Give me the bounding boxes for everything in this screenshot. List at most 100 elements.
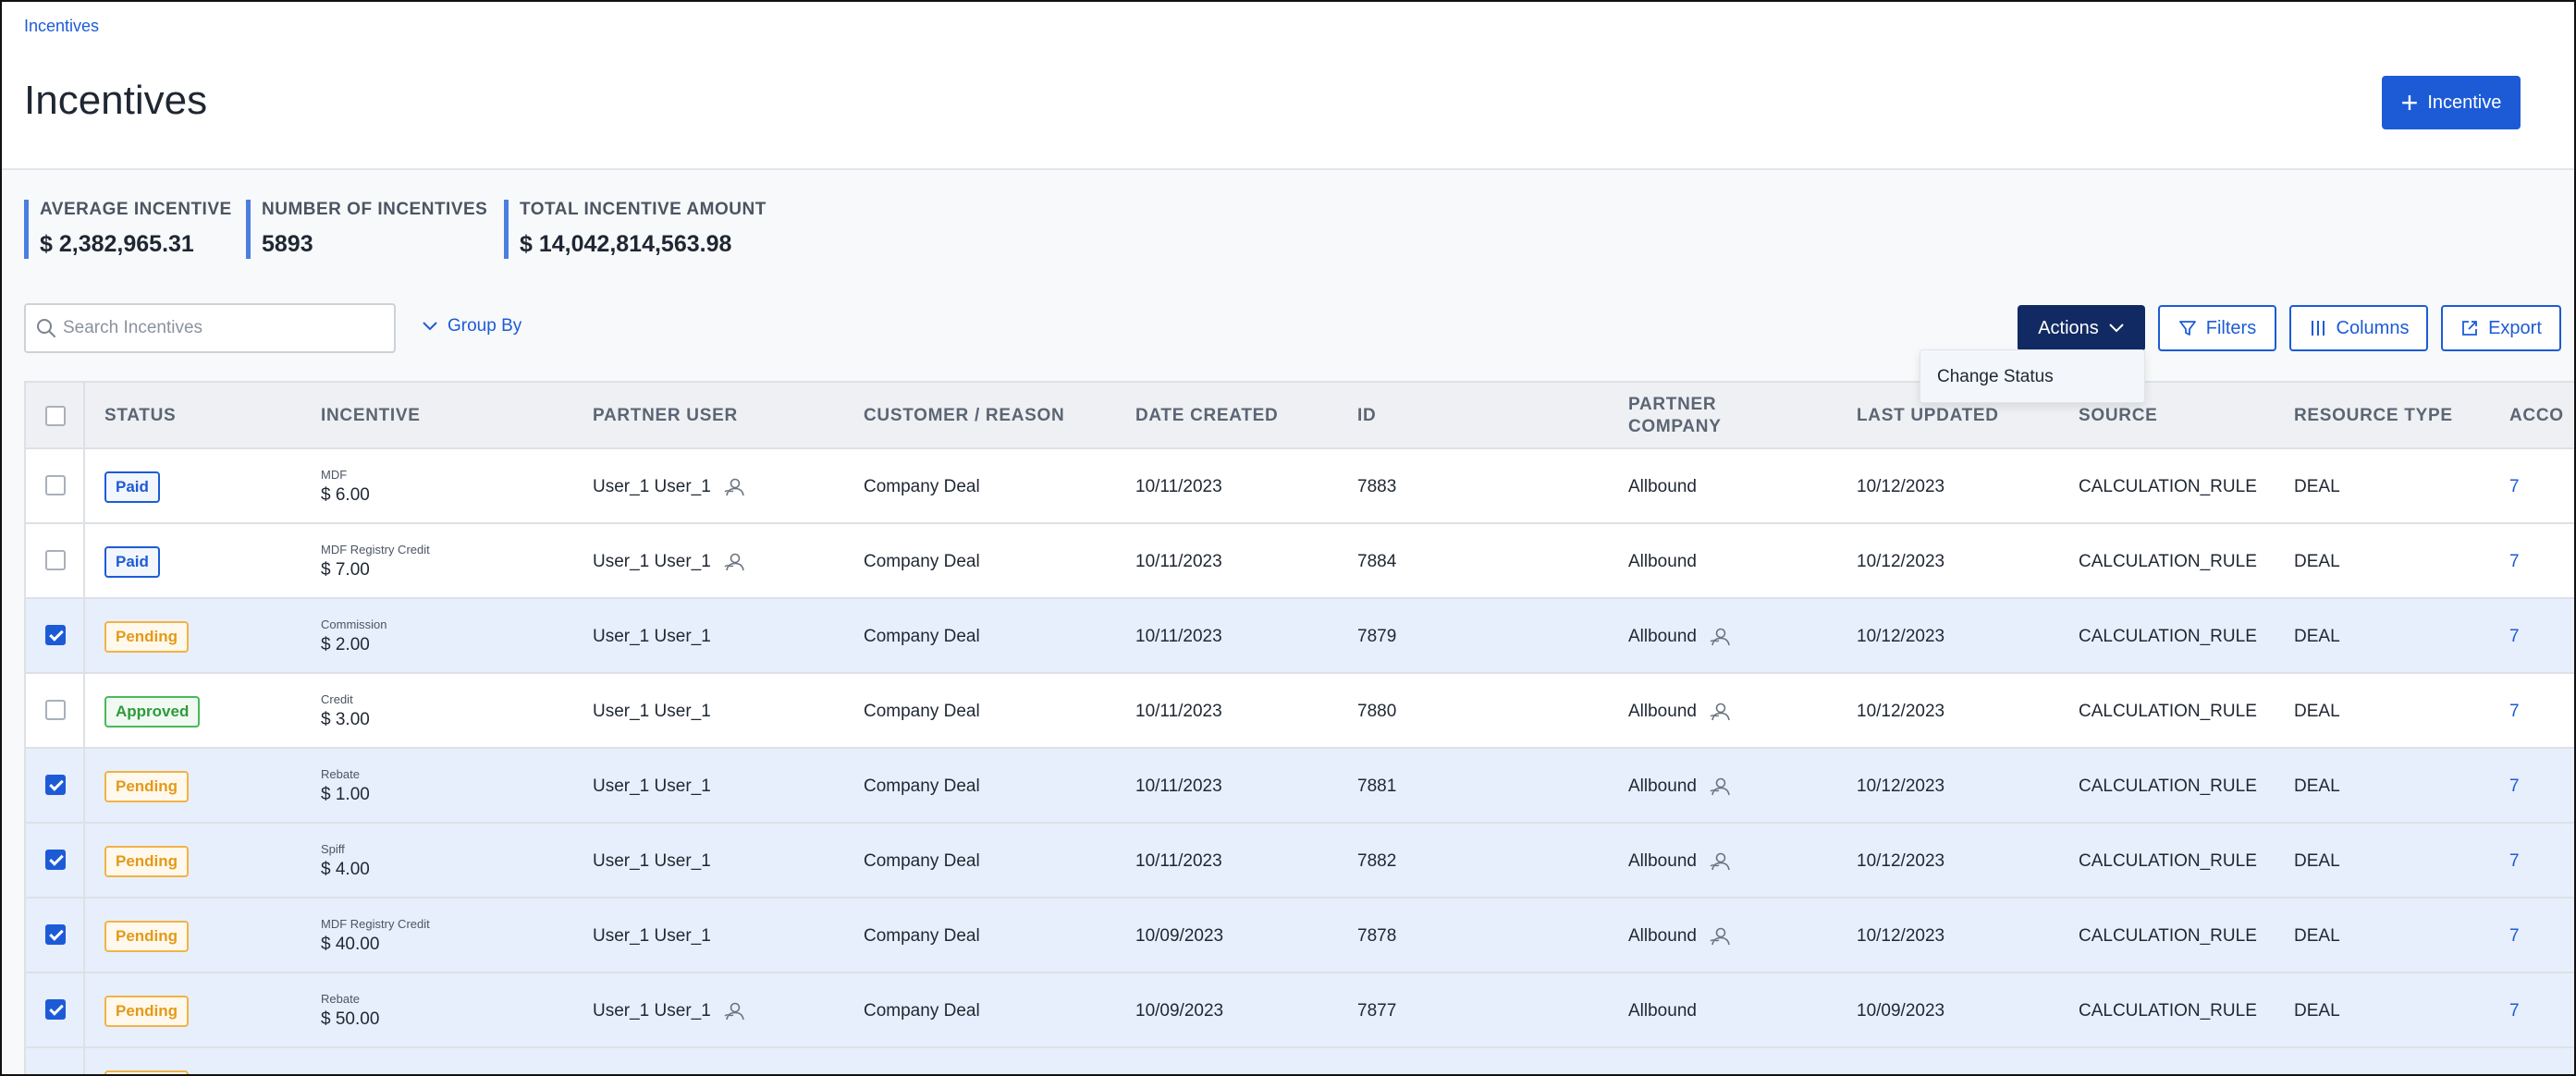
group-by-label: Group By (448, 316, 522, 336)
table-row[interactable]: Approved Credit $ 3.00 User_1 User_1 Company… (26, 674, 2574, 749)
cell-account-link[interactable]: 7 (2509, 599, 2520, 674)
cell-date-created: 10/09/2023 (1135, 1000, 1224, 1021)
incentive-type: Spiff (321, 842, 345, 856)
cell-customer-reason: Company Deal (864, 701, 980, 721)
cell-customer-reason: Company Deal (864, 551, 980, 571)
column-header-partner-user[interactable]: PARTNER USER (593, 383, 738, 449)
cell-source: CALCULATION_RULE (2079, 925, 2257, 946)
filter-icon (2178, 321, 2196, 336)
cell-last-updated: 10/12/2023 (1857, 701, 1945, 721)
column-header-date-created[interactable]: DATE CREATED (1135, 383, 1278, 449)
row-checkbox[interactable] (45, 475, 66, 495)
row-checkbox[interactable] (45, 625, 66, 645)
incentive-amount: $ 3.00 (321, 710, 370, 729)
cell-account-link[interactable]: 7 (2509, 899, 2520, 973)
partner-user-name: User_1 User_1 (593, 850, 711, 871)
cell-account-link[interactable]: 7 (2509, 449, 2520, 524)
partner-company-icon (1710, 776, 1732, 797)
search-input[interactable] (63, 314, 386, 342)
select-all-checkbox[interactable] (45, 406, 66, 426)
row-select-cell (26, 449, 85, 522)
cell-source: CALCULATION_RULE (2079, 476, 2257, 496)
partner-user-icon (724, 477, 746, 497)
cell-partner-user: User_1 User_1 (593, 599, 711, 674)
cell-partner-company: Allbound (1628, 824, 1732, 899)
cell-customer-reason: Company Deal (864, 476, 980, 496)
incentive-type: MDF Registry Credit (321, 543, 430, 556)
partner-user-name: User_1 User_1 (593, 701, 711, 721)
cell-id: 7879 (1357, 626, 1397, 646)
menu-item-change-status[interactable]: Change Status (1937, 367, 2054, 387)
table-row[interactable]: Pending Spiff (26, 1048, 2574, 1074)
cell-source: CALCULATION_RULE (2079, 551, 2257, 571)
cell-partner-user: User_1 User_1 (593, 674, 711, 749)
cell-status: Paid (104, 449, 160, 524)
breadcrumb[interactable]: Incentives (24, 17, 99, 36)
cell-id: 7881 (1357, 776, 1397, 796)
partner-company-name: Allbound (1628, 925, 1697, 946)
filters-button[interactable]: Filters (2158, 305, 2276, 351)
actions-button[interactable]: Actions (2018, 305, 2145, 351)
row-checkbox[interactable] (45, 775, 66, 795)
row-checkbox[interactable] (45, 700, 66, 720)
cell-incentive: MDF Registry Credit $ 7.00 (321, 524, 430, 599)
partner-user-name: User_1 User_1 (593, 1000, 711, 1021)
table-header: STATUS INCENTIVE PARTNER USER CUSTOMER /… (26, 383, 2574, 449)
cell-incentive: MDF $ 6.00 (321, 449, 370, 524)
incentive-type: Rebate (321, 992, 360, 1006)
table-row[interactable]: Pending Rebate $ 1.00 User_1 User_1 Company … (26, 749, 2574, 824)
table-row[interactable]: Pending MDF Registry Credit $ 40.00 User_1 … (26, 899, 2574, 973)
stat-value: 5893 (262, 231, 313, 257)
columns-button[interactable]: Columns (2289, 305, 2428, 351)
incentive-amount: $ 7.00 (321, 560, 370, 580)
filters-label: Filters (2205, 317, 2257, 338)
table-row[interactable]: Pending Commission $ 2.00 User_1 User_1 Comp… (26, 599, 2574, 674)
status-badge: Approved (104, 695, 201, 728)
cell-id: 7882 (1357, 850, 1397, 871)
cell-status: Pending (104, 824, 190, 899)
row-checkbox[interactable] (45, 999, 66, 1020)
partner-user-name: User_1 User_1 (593, 626, 711, 646)
cell-source: CALCULATION_RULE (2079, 701, 2257, 721)
cell-status: Pending (104, 749, 190, 824)
cell-date-created: 10/09/2023 (1135, 925, 1224, 946)
partner-company-icon (1710, 851, 1732, 872)
column-header-partner-company[interactable]: PARTNER COMPANY (1628, 383, 1722, 449)
new-incentive-button[interactable]: + Incentive (2382, 76, 2521, 129)
table-row[interactable]: Pending Spiff $ 4.00 User_1 User_1 Company D… (26, 824, 2574, 899)
row-select-cell (26, 674, 85, 747)
cell-partner-user: User_1 User_1 (593, 824, 711, 899)
table-row[interactable]: Paid MDF Registry Credit $ 7.00 User_1 User… (26, 524, 2574, 599)
row-select-cell (26, 1048, 85, 1074)
cell-account-link[interactable]: 7 (2509, 824, 2520, 899)
row-checkbox[interactable] (45, 550, 66, 570)
column-header-incentive[interactable]: INCENTIVE (321, 383, 421, 449)
export-button[interactable]: Export (2441, 305, 2561, 351)
column-header-account[interactable]: ACCO (2509, 383, 2564, 449)
cell-incentive: Commission $ 2.00 (321, 599, 387, 674)
column-header-customer-reason[interactable]: CUSTOMER / REASON (864, 383, 1064, 449)
column-header-status[interactable]: STATUS (104, 383, 176, 449)
cell-account-link[interactable]: 7 (2509, 524, 2520, 599)
table-row[interactable]: Pending Rebate $ 50.00 User_1 User_1 Company… (26, 973, 2574, 1048)
cell-account-link[interactable]: 7 (2509, 674, 2520, 749)
partner-user-name: User_1 User_1 (593, 551, 711, 571)
cell-resource-type: DEAL (2294, 551, 2340, 571)
partner-company-name: Allbound (1628, 551, 1697, 571)
column-header-id[interactable]: ID (1357, 383, 1376, 449)
cell-status: Pending (104, 973, 190, 1048)
stat-label: AVERAGE INCENTIVE (40, 200, 232, 219)
column-header-partner-company-line2: COMPANY (1628, 417, 1722, 436)
cell-account-link[interactable]: 7 (2509, 973, 2520, 1048)
cell-account-link[interactable]: 7 (2509, 749, 2520, 824)
row-checkbox[interactable] (45, 924, 66, 945)
table-row[interactable]: Paid MDF $ 6.00 User_1 User_1 Company Deal 10… (26, 449, 2574, 524)
cell-id: 7884 (1357, 551, 1397, 571)
column-header-resource-type[interactable]: RESOURCE TYPE (2294, 383, 2453, 449)
incentive-type: MDF (321, 468, 348, 482)
partner-company-name: Allbound (1628, 776, 1697, 796)
group-by-button[interactable]: Group By (422, 312, 521, 340)
cell-last-updated: 10/12/2023 (1857, 551, 1945, 571)
row-checkbox[interactable] (45, 850, 66, 870)
status-badge: Pending (104, 920, 190, 952)
